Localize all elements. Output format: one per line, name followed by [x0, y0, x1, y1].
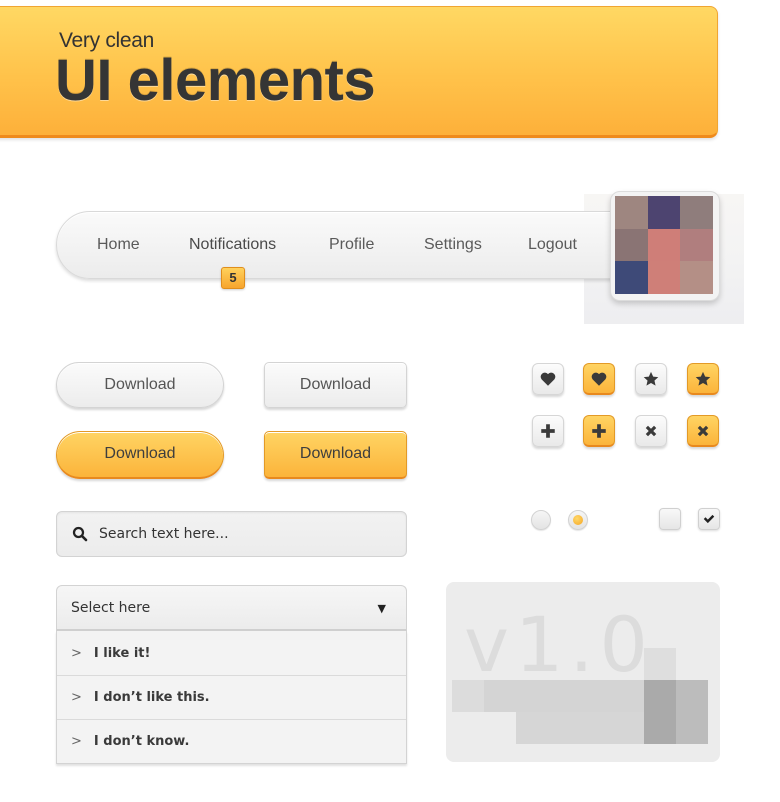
avatar-pixel	[615, 196, 648, 229]
list-item-label: I don’t know.	[93, 734, 190, 749]
avatar-pixel	[615, 261, 648, 294]
version-card: v1.0	[446, 582, 720, 762]
avatar-pixel	[647, 228, 681, 262]
caret-down-icon: ▼	[377, 602, 386, 615]
radio-dot	[573, 515, 583, 525]
nav-bar: Home Notifications Profile Settings Logo…	[56, 211, 656, 279]
star-icon	[643, 371, 659, 386]
search-field[interactable]	[56, 511, 407, 557]
radio-button-checked[interactable]	[568, 510, 588, 530]
version-label: v1.0	[464, 600, 654, 689]
checkbox-checked[interactable]	[698, 508, 720, 530]
chevron-right-icon: >	[71, 645, 82, 661]
list-item-label: I like it!	[93, 645, 151, 661]
nav-item-logout[interactable]: Logout	[528, 236, 577, 254]
pixelated-block	[452, 680, 484, 712]
pixelated-block	[484, 680, 644, 712]
heart-button[interactable]	[532, 363, 564, 395]
heart-icon	[591, 372, 607, 386]
pixelated-block	[644, 680, 676, 744]
download-button-orange-pill[interactable]: Download	[56, 431, 224, 479]
star-button[interactable]	[635, 363, 667, 395]
radio-button-unchecked[interactable]	[531, 510, 551, 530]
header-banner: Very clean UI elements	[0, 6, 718, 138]
pixelated-block	[644, 648, 676, 680]
list-item[interactable]: > I don’t like this.	[57, 675, 406, 719]
avatar-pixel	[680, 196, 713, 229]
list-item[interactable]: > I don’t know.	[57, 719, 406, 763]
chevron-right-icon: >	[71, 690, 82, 705]
close-button[interactable]	[635, 415, 667, 447]
nav-item-notifications[interactable]: Notifications	[189, 236, 276, 254]
close-icon	[645, 425, 657, 437]
header-title: UI elements	[55, 48, 376, 113]
star-icon	[695, 371, 711, 386]
star-button-active[interactable]	[687, 363, 719, 395]
chevron-right-icon: >	[71, 734, 82, 749]
avatar-image	[615, 196, 713, 294]
search-icon	[72, 526, 88, 542]
plus-button[interactable]	[532, 415, 564, 447]
nav-item-profile[interactable]: Profile	[329, 236, 374, 254]
avatar-pixel	[680, 228, 713, 262]
select-dropdown[interactable]: Select here ▼	[56, 585, 407, 631]
heart-icon	[540, 372, 556, 386]
plus-icon	[541, 424, 555, 438]
avatar[interactable]	[610, 191, 720, 301]
notification-badge: 5	[221, 267, 245, 289]
plus-button-active[interactable]	[583, 415, 615, 447]
list-item[interactable]: > I like it!	[57, 631, 406, 675]
heart-button-active[interactable]	[583, 363, 615, 395]
select-label: Select here	[71, 599, 151, 616]
nav-item-home[interactable]: Home	[97, 236, 140, 254]
search-input[interactable]	[99, 526, 389, 542]
avatar-pixel	[647, 261, 681, 294]
download-button-orange-rect[interactable]: Download	[264, 431, 407, 479]
pixelated-block	[516, 712, 644, 744]
avatar-pixel	[647, 196, 681, 229]
list-item-label: I don’t like this.	[93, 690, 210, 705]
download-button-gray-rect[interactable]: Download	[264, 362, 407, 408]
pixelated-block	[676, 680, 708, 744]
checkmark-icon	[703, 514, 715, 524]
close-button-active[interactable]	[687, 415, 719, 447]
avatar-pixel	[680, 261, 713, 294]
nav-item-settings[interactable]: Settings	[424, 236, 482, 254]
download-button-gray-pill[interactable]: Download	[56, 362, 224, 408]
avatar-pixel	[615, 228, 648, 262]
dropdown-list: > I like it! > I don’t like this. > I do…	[56, 631, 407, 764]
plus-icon	[592, 423, 606, 438]
checkbox-unchecked[interactable]	[659, 508, 681, 530]
close-icon	[697, 425, 709, 436]
